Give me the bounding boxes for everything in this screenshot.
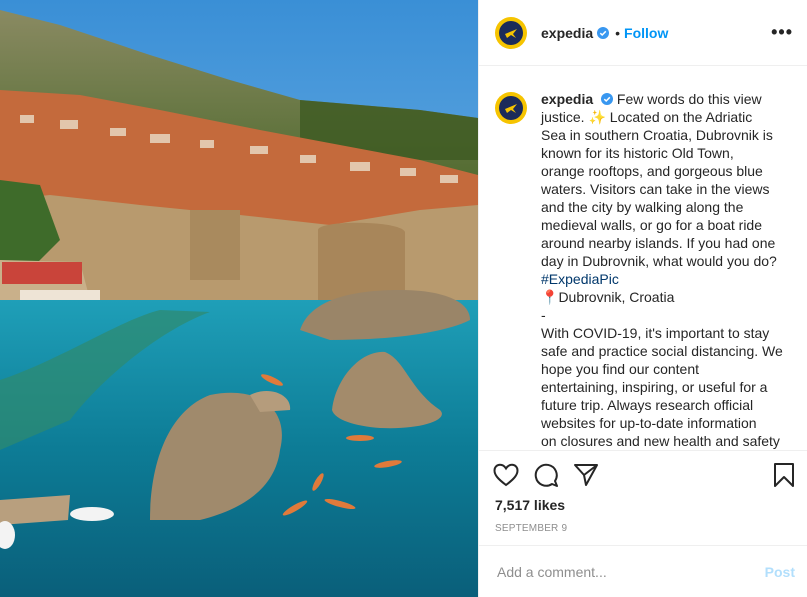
avatar[interactable] xyxy=(495,16,527,49)
bookmark-icon[interactable] xyxy=(773,462,795,488)
post-photo[interactable] xyxy=(0,0,478,597)
post-sidebar: expedia • Follow ••• expedia Few words d… xyxy=(478,0,807,597)
caption-line: around nearby islands. If you had one xyxy=(541,235,776,251)
caption-line: waters. Visitors can take in the views xyxy=(541,181,770,197)
comment-bar: Post xyxy=(479,545,807,597)
separator-dot: • xyxy=(615,24,621,41)
post-caption: expedia Few words do this view justice. … xyxy=(495,90,795,450)
action-icons-row xyxy=(479,451,807,499)
follow-button[interactable]: Follow xyxy=(624,25,668,41)
post-header: expedia • Follow ••• xyxy=(479,0,807,66)
expedia-logo-icon xyxy=(499,96,523,120)
caption-line: and the city by walking along the xyxy=(541,199,744,215)
caption-username[interactable]: expedia xyxy=(541,91,593,107)
caption-line: orange rooftops, and gorgeous blue xyxy=(541,163,763,179)
caption-line: safe and practice social distancing. We xyxy=(541,343,783,359)
instagram-post: expedia • Follow ••• expedia Few words d… xyxy=(0,0,807,597)
comment-icon[interactable] xyxy=(533,462,559,488)
caption-line: future trip. Always research official xyxy=(541,397,754,413)
expedia-logo-icon xyxy=(499,20,523,45)
caption-line: medieval walls, or go for a boat ride xyxy=(541,217,762,233)
caption-text: expedia Few words do this view justice. … xyxy=(541,90,793,450)
verified-badge-icon xyxy=(601,93,614,105)
caption-line: websites for up-to-date information xyxy=(541,415,757,431)
heart-icon[interactable] xyxy=(493,463,519,487)
caption-line: on closures and new health and safety xyxy=(541,433,780,449)
username[interactable]: expedia xyxy=(541,25,593,41)
caption-line: Few words do this view xyxy=(616,91,762,107)
more-options-icon[interactable]: ••• xyxy=(771,22,793,43)
post-comment-button[interactable]: Post xyxy=(765,564,795,580)
verified-badge-icon xyxy=(597,26,610,39)
caption-line: day in Dubrovnik, what would you do? xyxy=(541,253,777,269)
comment-input[interactable] xyxy=(495,562,765,581)
caption-line: entertaining, inspiring, or useful for a xyxy=(541,379,768,395)
dubrovnik-photo xyxy=(0,0,478,597)
location-pin-icon: 📍 xyxy=(541,289,559,305)
caption-separator: - xyxy=(541,307,546,323)
caption-line: hope you find our content xyxy=(541,361,700,377)
location-text: Dubrovnik, Croatia xyxy=(558,289,675,305)
share-icon[interactable] xyxy=(573,463,599,487)
caption-line: Sea in southern Croatia, Dubrovnik is xyxy=(541,127,773,143)
caption-line: justice. ✨ Located on the Adriatic xyxy=(541,109,753,125)
post-actions: 7,517 likes SEPTEMBER 9 xyxy=(479,450,807,534)
hashtag-link[interactable]: #ExpediaPic xyxy=(541,271,619,287)
caption-avatar[interactable] xyxy=(495,92,527,124)
caption-line: With COVID-19, it's important to stay xyxy=(541,325,770,341)
post-date[interactable]: SEPTEMBER 9 xyxy=(479,523,807,534)
likes-count[interactable]: 7,517 likes xyxy=(479,497,807,513)
caption-line: known for its historic Old Town, xyxy=(541,145,734,161)
caption-scroll-area[interactable]: expedia Few words do this view justice. … xyxy=(479,66,807,450)
